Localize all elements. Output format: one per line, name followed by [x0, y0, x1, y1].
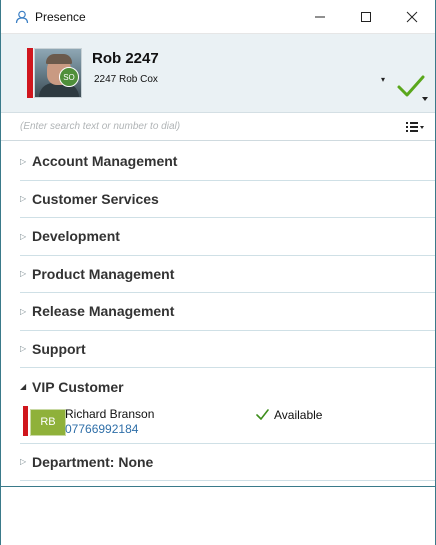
- expand-arrow-icon: ▷: [20, 156, 27, 166]
- green-check-icon: [256, 409, 269, 420]
- person-outline-icon: [15, 10, 29, 24]
- contact-number[interactable]: 07766992184: [65, 422, 138, 436]
- window-title: Presence: [35, 9, 86, 24]
- group-label: Development: [32, 228, 120, 245]
- current-user-header: SO Rob 2247 2247 Rob Cox ▾: [1, 34, 435, 113]
- contact-presence-indicator: [23, 405, 28, 436]
- expand-arrow-icon: ▷: [20, 457, 27, 467]
- avatar-badge: SO: [59, 67, 79, 87]
- presence-window: Presence SO Rob 2247 2247 Rob Cox ▾ (Ent…: [0, 0, 436, 545]
- maximize-button[interactable]: [343, 0, 389, 34]
- contact-status: Available: [256, 408, 322, 422]
- group-label: VIP Customer: [32, 378, 124, 395]
- group-list: ▷ Account Management ▷ Customer Services…: [1, 143, 435, 481]
- group-account-management[interactable]: ▷ Account Management: [20, 143, 435, 181]
- user-name: Rob 2247: [92, 50, 159, 67]
- contact-status-label: Available: [274, 407, 323, 422]
- extension-select[interactable]: 2247 Rob Cox ▾: [89, 69, 389, 89]
- search-bar: [1, 113, 435, 141]
- list-view-icon: [406, 121, 424, 132]
- group-label: Department: None: [32, 453, 154, 470]
- search-input[interactable]: [1, 121, 400, 132]
- close-icon: [406, 11, 418, 22]
- expand-arrow-icon: ▷: [20, 344, 27, 354]
- group-label: Support: [32, 340, 86, 357]
- minimize-button[interactable]: [297, 0, 343, 34]
- avatar[interactable]: SO: [34, 48, 82, 98]
- maximize-icon: [361, 11, 371, 22]
- group-development[interactable]: ▷ Development: [20, 218, 435, 256]
- expand-arrow-icon: ▷: [20, 306, 27, 316]
- expand-arrow-icon: ▷: [20, 231, 27, 241]
- group-release-management[interactable]: ▷ Release Management: [20, 293, 435, 331]
- group-department-none[interactable]: ▷ Department: None: [20, 444, 435, 481]
- group-support[interactable]: ▷ Support: [20, 331, 435, 368]
- availability-dropdown-caret-icon[interactable]: [422, 97, 428, 101]
- presence-status-indicator: [27, 48, 33, 98]
- group-label: Account Management: [32, 153, 178, 170]
- expand-arrow-icon: ▷: [20, 269, 27, 279]
- group-label: Release Management: [32, 303, 175, 320]
- status-divider: [1, 486, 435, 487]
- contact-name: Richard Branson: [65, 406, 155, 421]
- group-product-management[interactable]: ▷ Product Management: [20, 256, 435, 293]
- title-bar: Presence: [1, 0, 435, 34]
- contact-row[interactable]: RB Richard Branson 07766992184 Available: [20, 405, 435, 444]
- contact-avatar: RB: [30, 408, 66, 436]
- list-view-options-button[interactable]: [400, 117, 430, 137]
- collapse-arrow-icon: ◢: [20, 382, 27, 392]
- group-vip-customer[interactable]: ◢ VIP Customer: [20, 368, 435, 406]
- expand-arrow-icon: ▷: [20, 194, 27, 204]
- chevron-down-icon: ▾: [380, 74, 385, 84]
- extension-select-value: 2247 Rob Cox: [94, 73, 158, 85]
- close-button[interactable]: [389, 0, 435, 34]
- group-customer-services[interactable]: ▷ Customer Services: [20, 181, 435, 218]
- availability-button[interactable]: [396, 72, 426, 100]
- group-label: Product Management: [32, 265, 175, 282]
- green-check-icon: [397, 75, 425, 97]
- group-label: Customer Services: [32, 190, 159, 207]
- minimize-icon: [315, 16, 325, 17]
